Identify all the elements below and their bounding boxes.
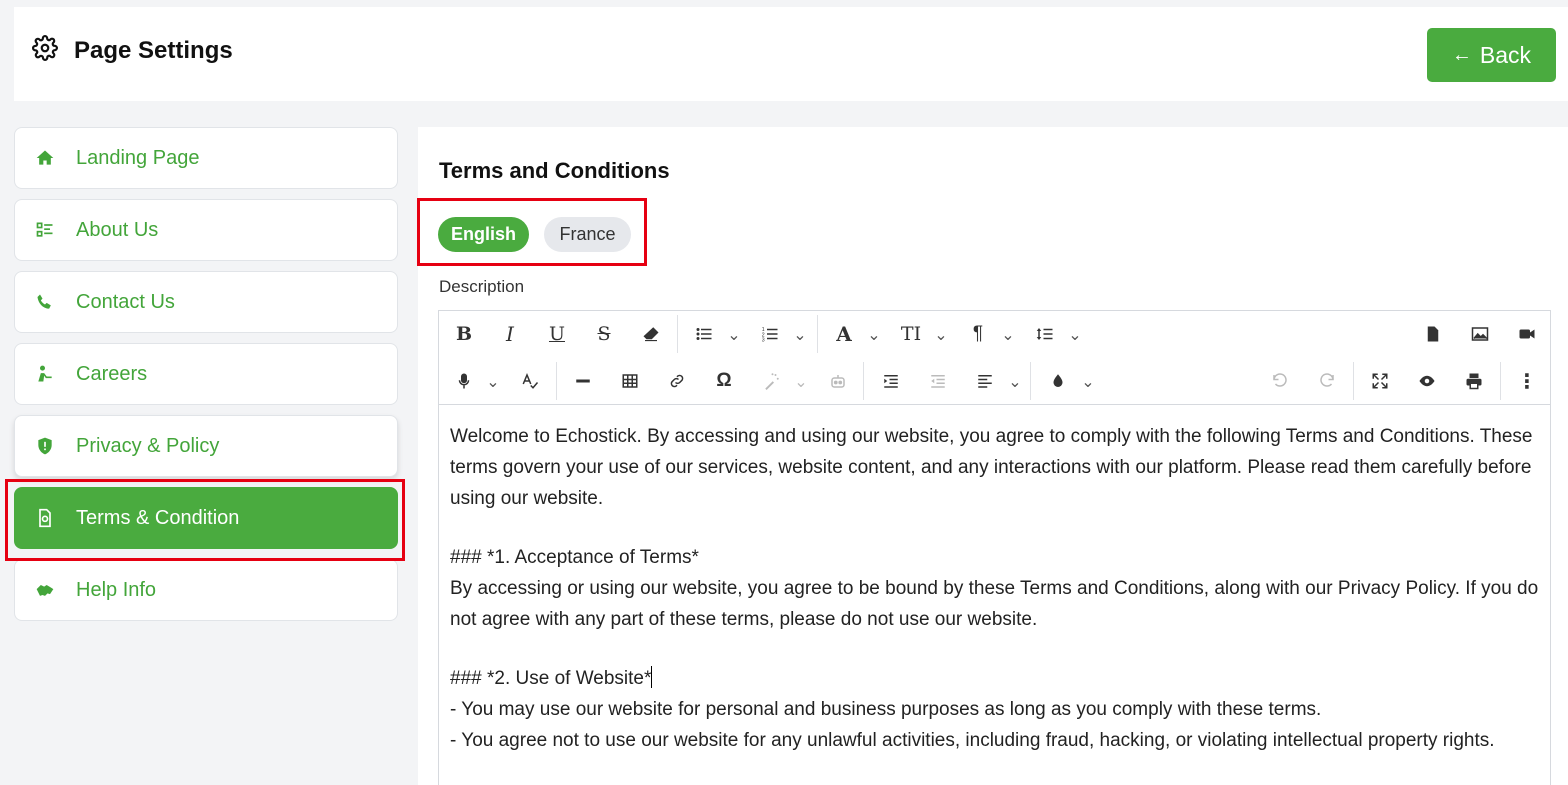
svg-text:3: 3 [762,338,765,344]
preview-eye-icon[interactable] [1412,366,1442,396]
list-icon [36,222,53,237]
sidebar-item-privacy-policy[interactable]: Privacy & Policy [14,415,398,477]
paragraph-icon[interactable]: ¶ [963,319,993,349]
print-icon[interactable] [1459,366,1489,396]
heading: ### *2. Use of Website* [450,663,1540,694]
outdent-icon[interactable] [923,366,953,396]
indent-icon[interactable] [876,366,906,396]
back-button[interactable]: ← Back [1427,28,1556,82]
sidebar-item-label: Terms & Condition [76,506,240,529]
gear-icon [32,35,58,61]
sidebar-item-label: Landing Page [76,146,200,169]
line-height-icon[interactable] [1030,319,1060,349]
chevron-down-icon[interactable]: ⌄ [1068,327,1082,344]
toolbar-divider [556,362,557,400]
microphone-icon[interactable] [449,366,479,396]
chevron-down-icon[interactable]: ⌄ [1081,374,1095,391]
chevron-down-icon[interactable]: ⌄ [934,327,948,344]
list-item: - You agree not to use our website for a… [450,730,1495,751]
description-label: Description [439,277,525,296]
magic-wand-icon[interactable] [756,366,786,396]
font-size-icon[interactable]: TI [896,319,926,349]
text-cursor [651,666,653,688]
spellcheck-icon[interactable] [515,366,545,396]
toolbar-divider [677,315,678,353]
sidebar-item-label: Privacy & Policy [76,434,220,457]
handshake-icon [36,585,54,596]
sidebar-item-about-us[interactable]: About Us [14,199,398,261]
chevron-down-icon[interactable]: ⌄ [486,374,500,391]
sidebar-item-contact-us[interactable]: Contact Us [14,271,398,333]
toolbar-divider [1500,362,1501,400]
chevron-down-icon[interactable]: ⌄ [794,374,808,391]
numbered-list-icon[interactable]: 123 [755,319,785,349]
rich-text-editor[interactable]: B I U S ⌄ 123 ⌄ A ⌄ TI ⌄ ¶ ⌄ ⌄ ⌄ Ω ⌄ ⌄ ⌄… [438,310,1551,785]
robot-icon[interactable] [823,366,853,396]
chevron-down-icon[interactable]: ⌄ [1008,374,1022,391]
chevron-down-icon[interactable]: ⌄ [867,327,881,344]
section-title: Terms and Conditions [439,158,670,183]
chevron-down-icon[interactable]: ⌄ [1001,327,1015,344]
sidebar-item-label: About Us [76,218,159,241]
home-icon [36,150,54,165]
sidebar-item-label: Contact Us [76,290,175,313]
align-left-icon[interactable] [970,366,1000,396]
link-icon[interactable] [662,366,692,396]
paragraph: Welcome to Echostick. By accessing and u… [450,426,1533,509]
toolbar-divider [1353,362,1354,400]
special-character-icon[interactable]: Ω [709,366,739,396]
editor-toolbar: B I U S ⌄ 123 ⌄ A ⌄ TI ⌄ ¶ ⌄ ⌄ ⌄ Ω ⌄ ⌄ ⌄… [439,311,1550,405]
list-item: - You may use our website for personal a… [450,699,1322,720]
color-drop-icon[interactable] [1043,366,1073,396]
font-icon[interactable]: A [829,319,859,349]
paragraph: By accessing or using our website, you a… [450,578,1539,630]
file-icon[interactable] [1418,319,1448,349]
tab-english[interactable]: English [438,217,529,252]
image-icon[interactable] [1465,319,1495,349]
document-icon [39,508,51,528]
undo-icon[interactable] [1265,366,1295,396]
table-icon[interactable] [615,366,645,396]
bold-button[interactable]: B [449,319,479,349]
video-icon[interactable] [1512,319,1542,349]
heading-text: ### *2. Use of Website* [450,668,652,689]
sidebar-item-landing-page[interactable]: Landing Page [14,127,398,189]
sidebar-item-label: Help Info [76,578,157,601]
tab-france[interactable]: France [544,217,631,252]
eraser-icon[interactable] [636,319,666,349]
sidebar-item-terms-condition[interactable]: Terms & Condition [14,487,398,549]
shield-icon [38,437,52,455]
main-panel: Terms and Conditions English France Desc… [418,127,1568,785]
toolbar-divider [1030,362,1031,400]
underline-button[interactable]: U [542,319,572,349]
chevron-down-icon[interactable]: ⌄ [793,327,807,344]
contact-icon [37,294,51,309]
strikethrough-button[interactable]: S [589,319,619,349]
editor-content[interactable]: Welcome to Echostick. By accessing and u… [450,421,1540,756]
italic-button[interactable]: I [495,319,525,349]
sidebar-item-help-info[interactable]: Help Info [14,559,398,621]
fullscreen-icon[interactable] [1365,366,1395,396]
toolbar-divider [863,362,864,400]
bulleted-list-icon[interactable] [689,319,719,349]
horizontal-line-icon[interactable] [568,366,598,396]
heading: ### *1. Acceptance of Terms* [450,547,699,568]
chevron-down-icon[interactable]: ⌄ [727,327,741,344]
page-header: Page Settings ← Back [14,7,1568,101]
sidebar-item-careers[interactable]: Careers [14,343,398,405]
arrow-left-icon: ← [1451,43,1472,66]
redo-icon[interactable] [1312,366,1342,396]
page-title: Page Settings [74,37,233,64]
toolbar-divider [817,315,818,353]
more-options-icon[interactable]: ⋮ [1512,366,1542,396]
careers-icon [38,365,52,382]
back-button-label: Back [1479,41,1532,68]
sidebar-item-label: Careers [76,362,148,385]
